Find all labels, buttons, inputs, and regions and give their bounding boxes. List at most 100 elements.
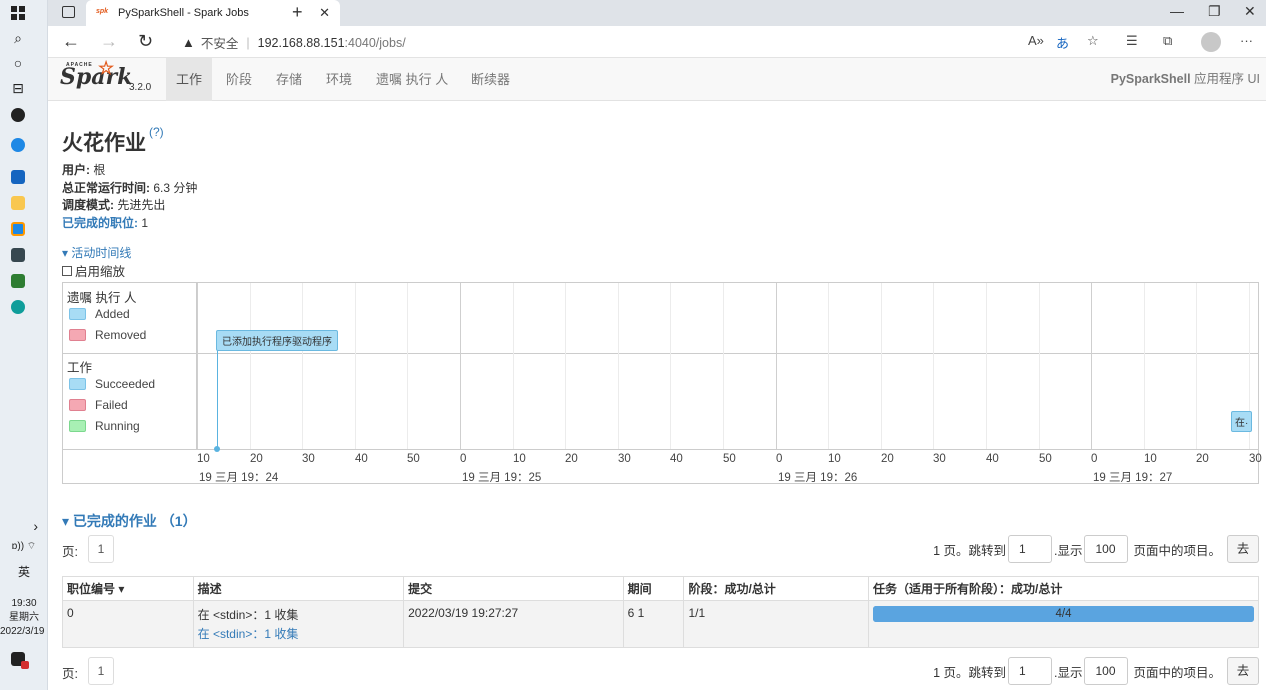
pages-text: 1 页。跳转到	[933, 665, 1006, 680]
spark-navbar: APACHE Spark ☆ 3.2.0 工作 阶段 存储 环境 遗嘱 执行 人 断…	[48, 58, 1266, 101]
cell-submitted: 2022/03/19 19:27:27	[403, 600, 624, 648]
timeline-tick-label: 50	[1039, 453, 1052, 465]
help-link[interactable]: (?)	[149, 125, 164, 139]
app-icon-2[interactable]	[9, 168, 27, 186]
read-aloud-icon[interactable]: A»	[1028, 33, 1044, 48]
event-timeline[interactable]: 遗嘱 执行 人 Added Removed 工作 Succeeded Faile…	[62, 282, 1262, 484]
col-description[interactable]: 描述	[192, 576, 405, 601]
windows-start-icon[interactable]	[9, 4, 27, 22]
timeline-gridline	[881, 283, 882, 449]
jump-to-page-input[interactable]: 1	[1008, 535, 1052, 563]
timeline-tick-label: 50	[407, 453, 420, 465]
favorites-icon[interactable]: ☰	[1126, 33, 1138, 49]
tab-actions-icon[interactable]	[62, 6, 75, 18]
back-icon[interactable]: ←	[62, 31, 80, 52]
timeline-gridline	[986, 283, 987, 449]
timeline-tick-label: 0	[1091, 453, 1098, 465]
page-number-button[interactable]: 1	[88, 657, 114, 685]
clock-date[interactable]: 2022/3/19	[0, 626, 48, 638]
notification-icon[interactable]	[9, 650, 29, 669]
cortana-icon[interactable]: ○	[9, 54, 27, 72]
pager-top: 页: 1 1 页。跳转到 1 .显示 100 页面中的项目。 去	[62, 535, 1259, 563]
page-size-input[interactable]: 100	[1084, 535, 1129, 563]
tray-volume-network-icon[interactable]: ɒ)) ⌔	[0, 541, 48, 553]
ime-indicator[interactable]: 英	[0, 566, 48, 578]
enable-zoom-checkbox[interactable]: 启用缩放	[62, 261, 125, 280]
new-tab-icon[interactable]: +	[292, 2, 303, 23]
completed-jobs-link[interactable]: 已完成的职位:	[62, 216, 138, 230]
app-icon-1[interactable]	[9, 106, 27, 124]
completed-jobs-title[interactable]: ▾ 已完成的作业 （1）	[62, 511, 197, 531]
wechat-icon[interactable]	[9, 272, 27, 290]
url-host: 192.168.88.151	[257, 35, 345, 50]
nav-sql[interactable]: 断续器	[461, 58, 520, 101]
user-value: 根	[93, 163, 106, 177]
close-tab-icon[interactable]: ✕	[319, 5, 330, 21]
timeline-gridline	[460, 283, 461, 449]
app-icon-3[interactable]	[9, 220, 27, 238]
nav-environment[interactable]: 环境	[316, 58, 362, 101]
timeline-gridline	[1196, 283, 1197, 449]
nav-executors[interactable]: 遗嘱 执行 人	[366, 58, 458, 101]
driver-event-dot[interactable]	[214, 446, 220, 452]
minimize-icon[interactable]: —	[1170, 3, 1184, 19]
app-icon-4[interactable]	[9, 246, 27, 264]
col-submitted[interactable]: 提交	[403, 576, 624, 601]
nav-storage[interactable]: 存储	[266, 58, 312, 101]
translate-icon[interactable]: あ	[1056, 33, 1069, 52]
driver-added-event[interactable]: 已添加执行程序驱动程序	[216, 330, 338, 351]
task-view-icon[interactable]: ⊟	[9, 79, 27, 97]
url-path: :4040/jobs/	[344, 35, 406, 50]
url-field[interactable]: ▲ 不安全 | 192.168.88.151 :4040/jobs/	[182, 33, 406, 52]
checkbox-icon[interactable]	[62, 265, 72, 276]
restore-icon[interactable]: ❐	[1208, 3, 1221, 20]
page-title: 火花作业 (?)	[62, 125, 164, 157]
timeline-tick-label: 20	[881, 453, 894, 465]
timeline-tick-label: 30	[1249, 453, 1262, 465]
cell-description: 在 <stdin>：1 收集 在 <stdin>：1 收集	[192, 600, 405, 648]
forward-icon[interactable]: →	[100, 31, 118, 52]
completed-jobs-count: 1	[141, 215, 149, 230]
collections-icon[interactable]: ⧉	[1163, 33, 1172, 49]
timeline-tick-label: 30	[302, 453, 315, 465]
app-name-suffix: 应用程序 UI	[1190, 72, 1260, 86]
event-timeline-toggle[interactable]: ▾ 活动时间线	[62, 244, 131, 261]
go-button[interactable]: 去	[1227, 535, 1259, 563]
job-event[interactable]: 在·	[1231, 411, 1253, 432]
edge-browser-icon[interactable]	[9, 298, 27, 316]
file-explorer-icon[interactable]	[9, 194, 27, 212]
description-link[interactable]: 在 <stdin>：1 收集	[198, 625, 400, 642]
col-stages[interactable]: 阶段：成功/总计	[683, 576, 869, 601]
description-text: 在 <stdin>：1 收集	[197, 608, 299, 622]
timeline-tick-label: 40	[670, 453, 683, 465]
page-size-input[interactable]: 100	[1084, 657, 1129, 685]
page-number-button[interactable]: 1	[88, 535, 114, 563]
timeline-gridline	[565, 283, 566, 449]
go-button[interactable]: 去	[1227, 657, 1259, 685]
chevron-right-icon[interactable]: ›	[0, 519, 48, 533]
timeline-gridline	[618, 283, 619, 449]
page-label: 页:	[62, 667, 78, 681]
refresh-icon[interactable]: ↻	[138, 31, 153, 52]
search-icon[interactable]: ⌕	[9, 29, 27, 47]
page-title-text: 火花作业	[62, 132, 146, 155]
col-tasks[interactable]: 任务（适用于所有阶段）：成功/总计	[868, 576, 1259, 601]
col-duration[interactable]: 期间	[622, 576, 685, 601]
clock-time[interactable]: 19:30	[0, 598, 48, 610]
profile-avatar[interactable]	[1201, 32, 1221, 52]
clock-weekday[interactable]: 星期六	[0, 612, 48, 624]
jobs-group: 工作 Succeeded Failed Running	[63, 354, 1258, 450]
page-label: 页:	[62, 545, 78, 559]
jump-to-page-input[interactable]: 1	[1008, 657, 1052, 685]
close-window-icon[interactable]: ✕	[1244, 3, 1256, 20]
timeline-tick-label: 10	[1144, 453, 1157, 465]
timeline-day-label: 19 三月 19：25	[462, 472, 542, 484]
address-bar: ← → ↻ ▲ 不安全 | 192.168.88.151 :4040/jobs/…	[48, 26, 1266, 58]
spark-logo[interactable]: APACHE Spark ☆	[60, 58, 132, 90]
more-menu-icon[interactable]: ···	[1240, 33, 1253, 48]
col-job-id[interactable]: 职位编号 ▾	[62, 576, 194, 601]
nav-jobs[interactable]: 工作	[166, 58, 213, 101]
add-favorite-icon[interactable]: ☆	[1087, 33, 1099, 49]
ie-browser-icon[interactable]	[9, 136, 27, 154]
nav-stages[interactable]: 阶段	[216, 58, 262, 101]
